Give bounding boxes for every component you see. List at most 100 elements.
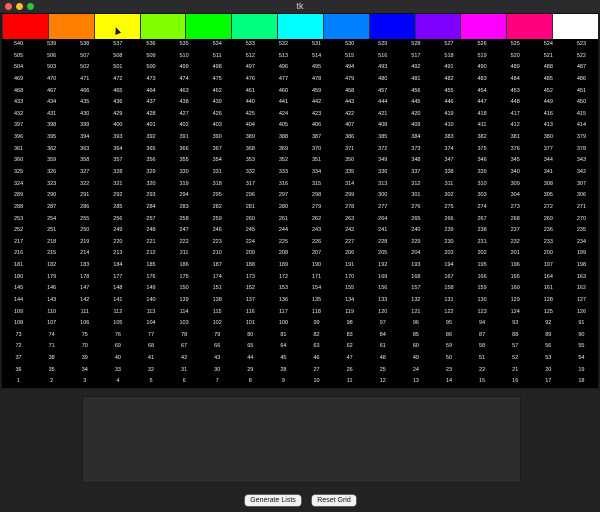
grid-cell[interactable]: 135 (300, 295, 333, 307)
grid-cell[interactable]: 469 (2, 74, 35, 86)
grid-cell[interactable]: 72 (2, 341, 35, 353)
grid-cell[interactable]: 40 (101, 353, 134, 365)
grid-cell[interactable]: 418 (466, 109, 499, 121)
grid-cell[interactable]: 352 (267, 155, 300, 167)
grid-cell[interactable]: 114 (168, 307, 201, 319)
grid-cell[interactable]: 59 (432, 341, 465, 353)
color-swatch-spring-green[interactable] (231, 14, 278, 39)
grid-cell[interactable]: 294 (168, 190, 201, 202)
grid-cell[interactable]: 167 (432, 272, 465, 284)
grid-cell[interactable]: 437 (134, 97, 167, 109)
grid-cell[interactable]: 187 (201, 260, 234, 272)
grid-cell[interactable]: 141 (101, 295, 134, 307)
grid-cell[interactable]: 70 (68, 341, 101, 353)
grid-cell[interactable]: 171 (300, 272, 333, 284)
grid-cell[interactable]: 424 (267, 109, 300, 121)
grid-cell[interactable]: 56 (532, 341, 565, 353)
color-swatch-red[interactable] (2, 14, 48, 39)
grid-cell[interactable]: 402 (168, 120, 201, 132)
grid-cell[interactable]: 490 (466, 62, 499, 74)
grid-cell[interactable]: 367 (201, 144, 234, 156)
grid-cell[interactable]: 336 (366, 167, 399, 179)
grid-cell[interactable]: 435 (68, 97, 101, 109)
grid-cell[interactable]: 350 (333, 155, 366, 167)
grid-cell[interactable]: 466 (68, 86, 101, 98)
grid-cell[interactable]: 77 (134, 330, 167, 342)
grid-cell[interactable]: 48 (366, 353, 399, 365)
grid-cell[interactable]: 519 (466, 51, 499, 63)
grid-cell[interactable]: 513 (267, 51, 300, 63)
grid-cell[interactable]: 403 (201, 120, 234, 132)
grid-cell[interactable]: 102 (201, 318, 234, 330)
grid-cell[interactable]: 129 (499, 295, 532, 307)
grid-cell[interactable]: 383 (432, 132, 465, 144)
grid-cell[interactable]: 343 (565, 155, 598, 167)
grid-cell[interactable]: 157 (399, 283, 432, 295)
grid-cell[interactable]: 394 (68, 132, 101, 144)
grid-cell[interactable]: 404 (234, 120, 267, 132)
grid-cell[interactable]: 443 (333, 97, 366, 109)
grid-cell[interactable]: 24 (399, 365, 432, 377)
grid-cell[interactable]: 540 (2, 39, 35, 51)
color-swatch-magenta[interactable] (460, 14, 507, 39)
grid-cell[interactable]: 508 (101, 51, 134, 63)
grid-cell[interactable]: 359 (35, 155, 68, 167)
grid-cell[interactable]: 25 (366, 365, 399, 377)
grid-cell[interactable]: 203 (432, 248, 465, 260)
grid-cell[interactable]: 256 (101, 214, 134, 226)
grid-cell[interactable]: 79 (201, 330, 234, 342)
grid-cell[interactable]: 201 (499, 248, 532, 260)
grid-cell[interactable]: 220 (101, 237, 134, 249)
grid-cell[interactable]: 304 (499, 190, 532, 202)
grid-cell[interactable]: 276 (399, 202, 432, 214)
grid-cell[interactable]: 396 (2, 132, 35, 144)
grid-cell[interactable]: 23 (432, 365, 465, 377)
grid-cell[interactable]: 185 (134, 260, 167, 272)
grid-cell[interactable]: 154 (300, 283, 333, 295)
grid-cell[interactable]: 9 (267, 376, 300, 388)
grid-cell[interactable]: 160 (499, 283, 532, 295)
grid-cell[interactable]: 485 (532, 74, 565, 86)
grid-cell[interactable]: 506 (35, 51, 68, 63)
grid-cell[interactable]: 462 (201, 86, 234, 98)
grid-cell[interactable]: 527 (432, 39, 465, 51)
grid-cell[interactable]: 258 (168, 214, 201, 226)
grid-cell[interactable]: 344 (532, 155, 565, 167)
grid-cell[interactable]: 539 (35, 39, 68, 51)
output-text-area[interactable] (82, 396, 521, 483)
grid-cell[interactable]: 269 (532, 214, 565, 226)
grid-cell[interactable]: 93 (499, 318, 532, 330)
grid-cell[interactable]: 225 (267, 237, 300, 249)
grid-cell[interactable]: 342 (565, 167, 598, 179)
grid-cell[interactable]: 8 (234, 376, 267, 388)
grid-cell[interactable]: 430 (68, 109, 101, 121)
grid-cell[interactable]: 442 (300, 97, 333, 109)
grid-cell[interactable]: 284 (134, 202, 167, 214)
grid-cell[interactable]: 497 (234, 62, 267, 74)
grid-cell[interactable]: 180 (2, 272, 35, 284)
grid-cell[interactable]: 131 (432, 295, 465, 307)
grid-cell[interactable]: 137 (234, 295, 267, 307)
grid-cell[interactable]: 415 (565, 109, 598, 121)
grid-cell[interactable]: 479 (333, 74, 366, 86)
grid-cell[interactable]: 186 (168, 260, 201, 272)
grid-cell[interactable]: 196 (499, 260, 532, 272)
grid-cell[interactable]: 103 (168, 318, 201, 330)
color-swatch-rose[interactable] (506, 14, 553, 39)
grid-cell[interactable]: 475 (201, 74, 234, 86)
grid-cell[interactable]: 535 (168, 39, 201, 51)
grid-cell[interactable]: 524 (532, 39, 565, 51)
grid-cell[interactable]: 162 (565, 283, 598, 295)
grid-cell[interactable]: 492 (399, 62, 432, 74)
grid-cell[interactable]: 298 (300, 190, 333, 202)
grid-cell[interactable]: 533 (234, 39, 267, 51)
grid-cell[interactable]: 226 (300, 237, 333, 249)
grid-cell[interactable]: 230 (432, 237, 465, 249)
grid-cell[interactable]: 27 (300, 365, 333, 377)
grid-cell[interactable]: 152 (234, 283, 267, 295)
grid-cell[interactable]: 445 (399, 97, 432, 109)
grid-cell[interactable]: 267 (466, 214, 499, 226)
grid-cell[interactable]: 509 (134, 51, 167, 63)
grid-cell[interactable]: 319 (168, 179, 201, 191)
grid-cell[interactable]: 534 (201, 39, 234, 51)
